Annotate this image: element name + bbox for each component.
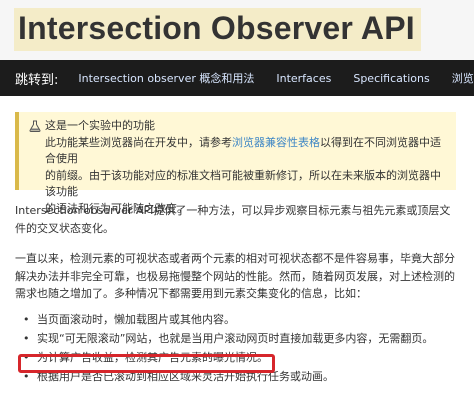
jump-to-label: 跳转到: (15, 72, 59, 88)
jump-link-specifications[interactable]: Specifications (353, 72, 429, 85)
page-header: Intersection Observer API (0, 0, 474, 60)
warning-line-2: 的前缀。由于该功能对应的标准文档可能被重新修订，所以在未来版本的浏览器中该功能 (45, 168, 441, 199)
intro-paragraph: Intersection observer API提供了一种方法，可以异步观察目… (15, 204, 451, 235)
browser-compat-table-link[interactable]: 浏览器兼容性表格 (232, 136, 320, 149)
use-case-list: 当页面滚动时，懒加载图片或其他内容。 实现“可无限滚动”网站，也就是当用户滚动网… (15, 310, 465, 386)
list-item: 当页面滚动时，懒加载图片或其他内容。 (15, 310, 465, 329)
warning-title-row: 这是一个实验中的功能 (29, 118, 448, 135)
background-paragraph: 一直以来，检测元素的可视状态或者两个元素的相对可视状态都不是件容易事，毕竟大部分… (15, 252, 455, 300)
warning-title: 这是一个实验中的功能 (45, 119, 155, 132)
page-title: Intersection Observer API (14, 8, 421, 51)
jump-to-bar: 跳转到: Intersection observer 概念和用法 Interfa… (0, 60, 474, 96)
list-item: 实现“可无限滚动”网站，也就是当用户滚动网页时直接加载更多内容，无需翻页。 (15, 329, 465, 348)
jump-link-interfaces[interactable]: Interfaces (276, 72, 331, 85)
experimental-warning: 这是一个实验中的功能 此功能某些浏览器尚在开发中，请参考浏览器兼容性表格以得到在… (15, 112, 456, 215)
jump-link-concepts[interactable]: Intersection observer 概念和用法 (78, 70, 254, 86)
warning-text-1a: 此功能某些浏览器尚在开发中，请参考 (45, 135, 232, 149)
warning-line-1: 此功能某些浏览器尚在开发中，请参考浏览器兼容性表格以得到在不同浏览器中适合使用 (45, 135, 448, 168)
red-highlight-box (18, 354, 275, 373)
flask-icon (29, 120, 41, 133)
jump-link-browser-compat[interactable]: 浏览器兼容性 (452, 70, 474, 86)
